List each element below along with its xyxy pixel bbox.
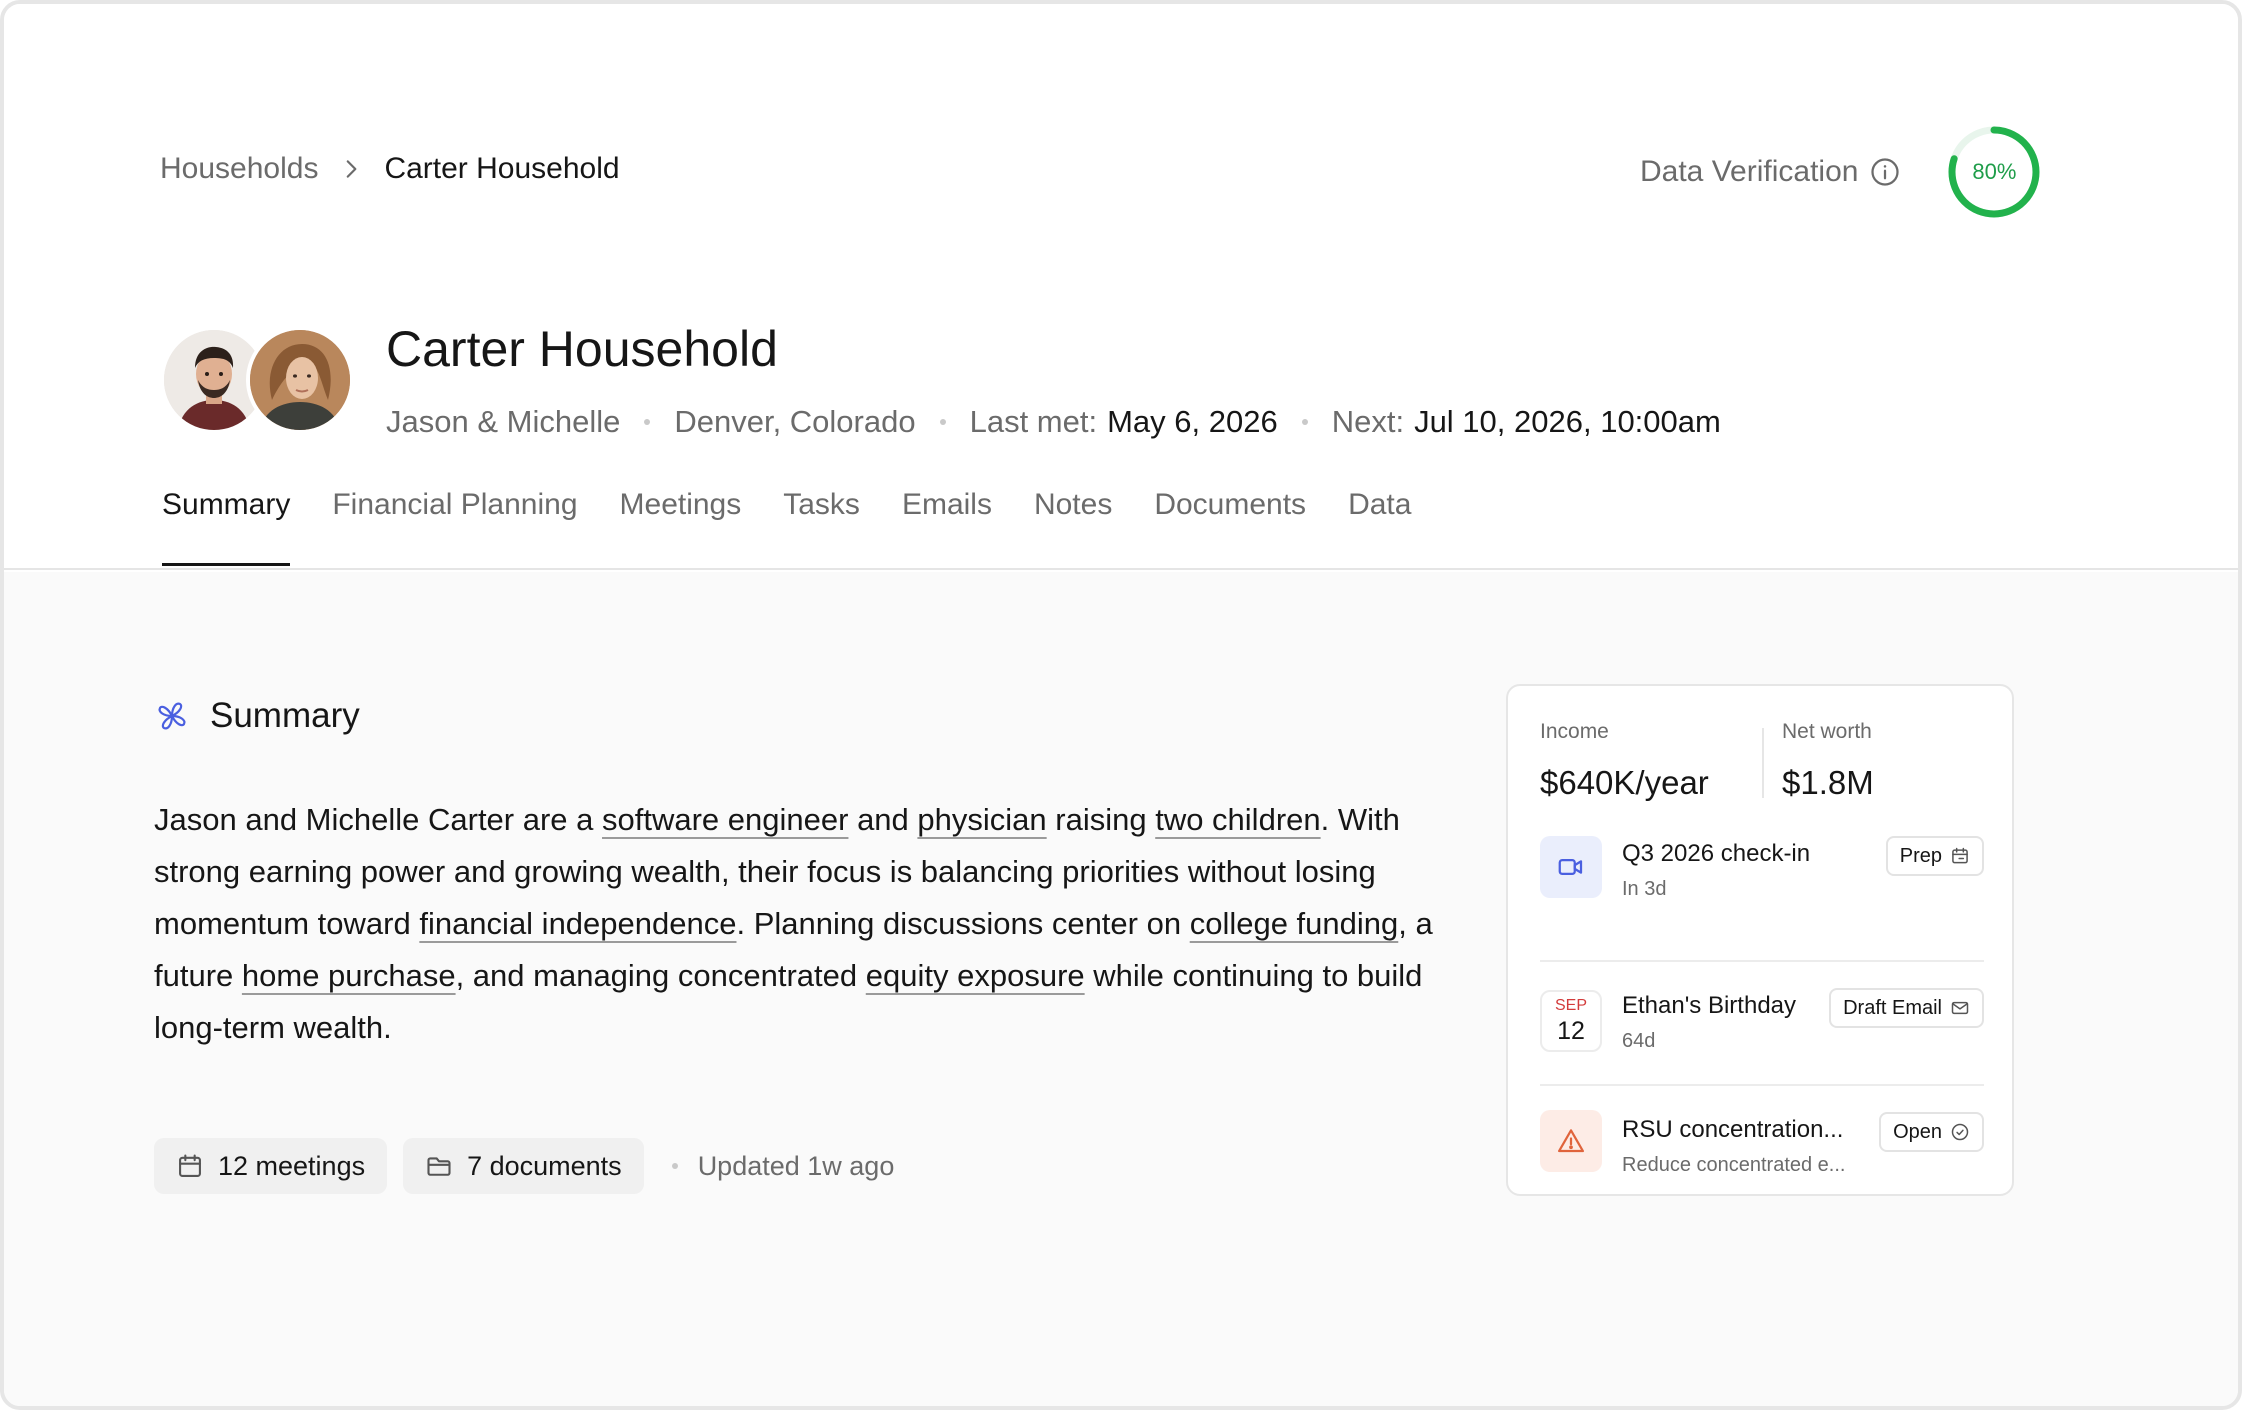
tab-emails[interactable]: Emails (902, 488, 992, 566)
calendar-date-icon: SEP 12 (1540, 990, 1602, 1052)
tab-documents[interactable]: Documents (1154, 488, 1306, 566)
stat-divider (1762, 728, 1764, 798)
summary-text: Jason and Michelle Carter are a (154, 802, 603, 837)
open-button[interactable]: Open (1879, 1112, 1984, 1152)
chevron-right-icon (347, 160, 357, 178)
tab-meetings[interactable]: Meetings (620, 488, 742, 566)
separator-dot (671, 1163, 678, 1169)
warning-icon (1540, 1110, 1602, 1172)
separator-dot (1301, 419, 1308, 425)
member-avatars (160, 326, 354, 434)
topic-link-software-engineer[interactable]: software engineer (602, 802, 848, 837)
open-button-label: Open (1893, 1120, 1942, 1143)
tab-summary[interactable]: Summary (162, 488, 291, 566)
folder-icon (427, 1157, 451, 1176)
birthday-item[interactable]: SEP 12 Ethan's Birthday 64d Draft Email (1540, 960, 1984, 1084)
verification-percent: 80% (1972, 159, 2017, 184)
summary-paragraph: Jason and Michelle Carter are a software… (154, 794, 1444, 1054)
item-subtitle: In 3d (1622, 878, 1667, 900)
net-worth-label: Net worth (1782, 720, 1872, 743)
summary-title: Summary (210, 696, 360, 735)
date-month: SEP (1554, 997, 1587, 1014)
net-worth-value: $1.8M (1782, 764, 1874, 801)
household-overview-card: Income $640K/year Net worth $1.8M Q3 202… (1506, 684, 2014, 1196)
item-title: Ethan's Birthday (1622, 992, 1797, 1019)
summary-text: raising (1046, 802, 1156, 837)
income-value: $640K/year (1540, 764, 1709, 801)
summary-text: and (848, 802, 918, 837)
last-met-label: Last met: (969, 404, 1098, 439)
calendar-edit-icon (1952, 847, 1968, 864)
updated-status: Updated 1w ago (666, 1150, 895, 1182)
financial-stats: Income $640K/year Net worth $1.8M (1540, 720, 1984, 808)
prep-button-label: Prep (1899, 844, 1942, 867)
data-verification-label: Data Verification (1640, 155, 1859, 188)
tab-notes[interactable]: Notes (1034, 488, 1112, 566)
last-met-value: May 6, 2026 (1107, 404, 1278, 439)
summary-text: . Planning discussions center on (736, 906, 1190, 941)
sparkle-flower-icon (158, 702, 186, 730)
income-stat: Income $640K/year (1540, 720, 1742, 808)
upcoming-meeting-item[interactable]: Q3 2026 check-in In 3d Prep (1540, 836, 1984, 960)
calendar-icon (179, 1154, 201, 1177)
meetings-chip[interactable]: 12 meetings (154, 1138, 388, 1194)
info-icon[interactable] (1870, 157, 1900, 187)
check-circle-icon (1951, 1123, 1969, 1141)
meetings-count: 12 meetings (218, 1150, 366, 1181)
item-subtitle: Reduce concentrated e... (1622, 1154, 1846, 1176)
draft-email-button[interactable]: Draft Email (1829, 988, 1984, 1028)
income-label: Income (1540, 720, 1609, 743)
item-title: RSU concentration... (1622, 1116, 1844, 1143)
next-meeting-label: Next: (1331, 404, 1405, 439)
household-header: Households Carter Household Data Verific… (4, 4, 2238, 570)
household-meta: Jason & Michelle Denver, Colorado Last m… (386, 404, 1721, 440)
tab-data[interactable]: Data (1348, 488, 1411, 566)
topic-link-physician[interactable]: physician (917, 802, 1046, 837)
updated-text: Updated 1w ago (697, 1150, 895, 1181)
topic-link-equity-exposure[interactable]: equity exposure (866, 958, 1085, 993)
item-subtitle: 64d (1622, 1030, 1656, 1052)
data-verification[interactable]: Data Verification 80% (1640, 122, 2042, 222)
household-location: Denver, Colorado (674, 404, 916, 439)
separator-dot (939, 419, 946, 425)
topic-link-college-funding[interactable]: college funding (1190, 906, 1399, 941)
net-worth-stat: Net worth $1.8M (1782, 720, 1984, 808)
prep-button[interactable]: Prep (1885, 836, 1984, 876)
breadcrumb: Households Carter Household (160, 152, 620, 186)
draft-email-button-label: Draft Email (1843, 996, 1942, 1019)
breadcrumb-current: Carter Household (384, 152, 620, 185)
video-camera-icon (1540, 836, 1602, 898)
topic-link-home-purchase[interactable]: home purchase (242, 958, 456, 993)
topic-link-financial-independence[interactable]: financial independence (419, 906, 736, 941)
avatar-michelle[interactable] (246, 326, 354, 434)
separator-dot (644, 419, 651, 425)
summary-text: , and managing concentrated (455, 958, 866, 993)
rsu-concentration-item[interactable]: RSU concentration... Reduce concentrated… (1540, 1084, 1984, 1184)
topic-link-two-children[interactable]: two children (1155, 802, 1320, 837)
date-day: 12 (1557, 1017, 1585, 1045)
summary-panel: Summary Jason and Michelle Carter are a … (4, 572, 2238, 1406)
documents-chip[interactable]: 7 documents (403, 1138, 644, 1194)
item-title: Q3 2026 check-in (1622, 840, 1811, 867)
breadcrumb-households-link[interactable]: Households (160, 152, 318, 186)
mail-icon (1951, 1001, 1969, 1015)
household-members: Jason & Michelle (386, 404, 621, 439)
documents-count: 7 documents (467, 1150, 622, 1181)
household-tabs: Summary Financial Planning Meetings Task… (162, 488, 1411, 566)
household-title: Carter Household (386, 321, 778, 377)
summary-heading: Summary (152, 696, 360, 736)
verification-progress-ring: 80% (1946, 124, 2042, 220)
summary-chips: 12 meetings 7 documents Updated 1w ago (154, 1138, 894, 1194)
app-window: Households Carter Household Data Verific… (0, 0, 2242, 1410)
tab-financial-planning[interactable]: Financial Planning (332, 488, 577, 566)
tab-tasks[interactable]: Tasks (783, 488, 860, 566)
next-meeting-value: Jul 10, 2026, 10:00am (1414, 404, 1721, 439)
